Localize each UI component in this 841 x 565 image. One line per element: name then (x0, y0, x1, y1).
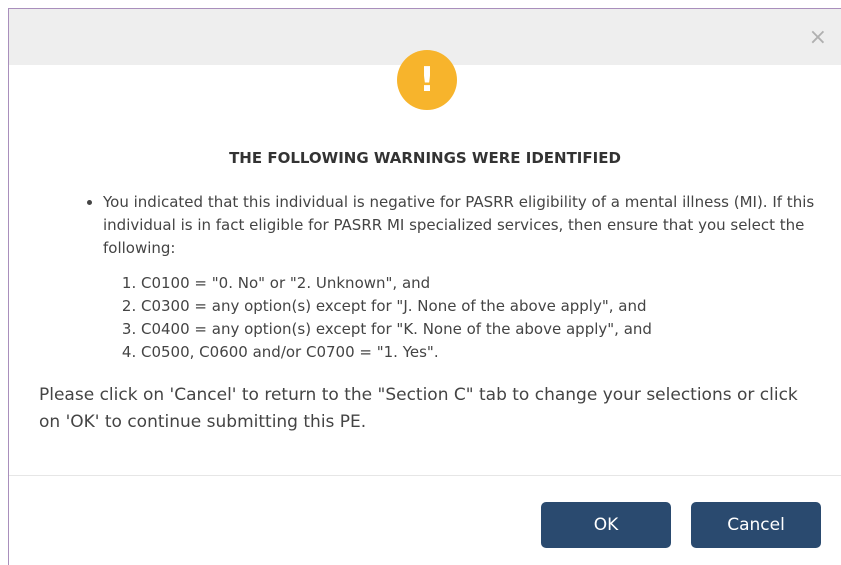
requirement-item-3: C0400 = any option(s) except for "K. Non… (141, 318, 825, 341)
requirements-list: C0100 = "0. No" or "2. Unknown", and C03… (103, 272, 825, 364)
warning-message: You indicated that this individual is ne… (85, 191, 825, 364)
warning-icon-glyph: ! (419, 60, 435, 100)
warning-bullet-text: You indicated that this individual is ne… (103, 193, 815, 257)
warning-bullet-item: You indicated that this individual is ne… (103, 191, 825, 364)
requirement-item-1: C0100 = "0. No" or "2. Unknown", and (141, 272, 825, 295)
warning-bullet-list: You indicated that this individual is ne… (85, 191, 825, 364)
exclamation-warning-icon: ! (397, 50, 457, 110)
warning-dialog: × ! THE FOLLOWING WARNINGS WERE IDENTIFI… (8, 8, 841, 565)
cancel-button[interactable]: Cancel (691, 502, 821, 548)
requirement-item-4: C0500, C0600 and/or C0700 = "1. Yes". (141, 341, 825, 364)
ok-button[interactable]: OK (541, 502, 671, 548)
close-icon[interactable]: × (809, 27, 827, 49)
instructions-text: Please click on 'Cancel' to return to th… (39, 385, 798, 432)
footer-divider (9, 475, 841, 476)
dialog-title: THE FOLLOWING WARNINGS WERE IDENTIFIED (229, 149, 621, 167)
requirement-item-2: C0300 = any option(s) except for "J. Non… (141, 295, 825, 318)
